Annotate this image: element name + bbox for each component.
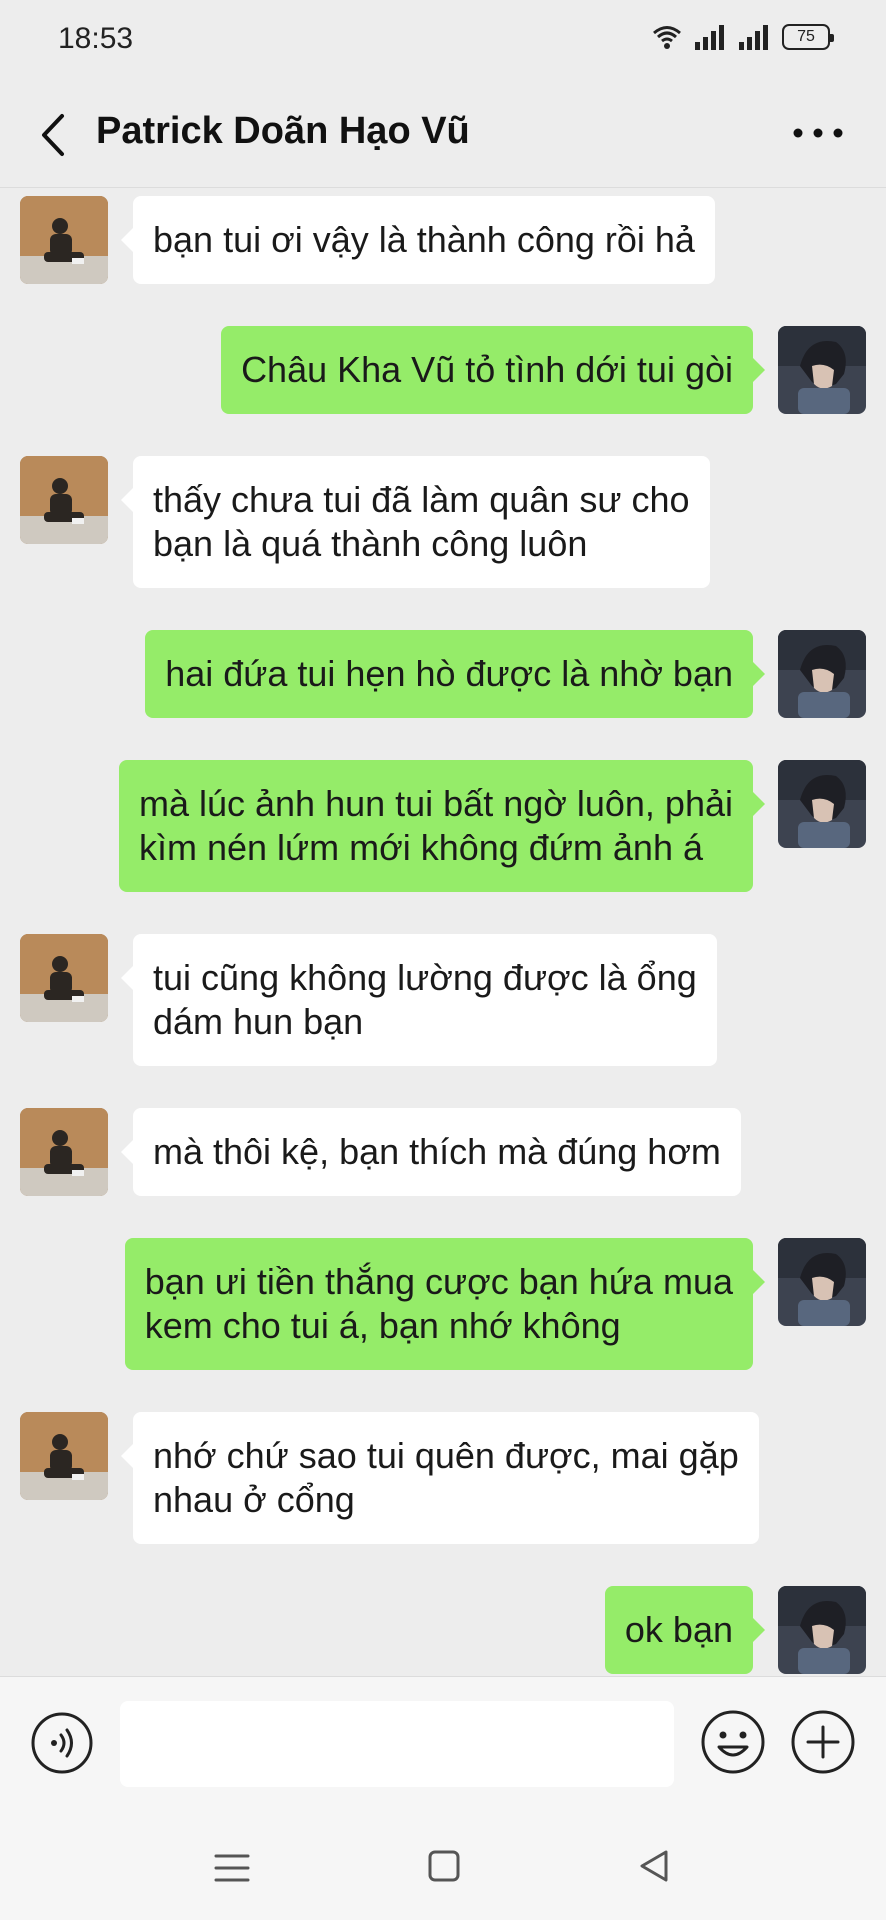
input-bar bbox=[0, 1676, 886, 1810]
home-square-icon[interactable] bbox=[426, 1848, 462, 1884]
sent-message[interactable]: mà lúc ảnh hun tui bất ngờ luôn, phải kì… bbox=[118, 760, 766, 892]
back-triangle-icon[interactable] bbox=[636, 1848, 672, 1884]
friend-avatar[interactable] bbox=[20, 456, 108, 544]
signal-icon bbox=[695, 25, 724, 50]
status-bar: 18:53 75 bbox=[0, 0, 886, 80]
sent-message[interactable]: hai đứa tui hẹn hò được là nhờ bạn bbox=[145, 630, 765, 718]
sent-message[interactable]: Châu Kha Vũ tỏ tình dới tui gòi bbox=[221, 326, 765, 414]
system-nav-bar bbox=[0, 1810, 886, 1920]
emoji-icon[interactable] bbox=[700, 1709, 766, 1775]
sent-message[interactable]: ok bạn bbox=[604, 1586, 766, 1674]
friend-avatar[interactable] bbox=[20, 1412, 108, 1500]
status-time: 18:53 bbox=[58, 22, 134, 55]
wifi-icon bbox=[653, 26, 681, 49]
battery-icon: 75 bbox=[782, 24, 834, 50]
signal-icon bbox=[739, 25, 768, 50]
more-dots-icon[interactable] bbox=[790, 108, 846, 158]
received-message[interactable]: bạn tui ơi vậy là thành công rồi hả bbox=[121, 196, 715, 284]
received-message[interactable]: nhớ chứ sao tui quên được, mai gặp nhau … bbox=[121, 1412, 759, 1544]
my-avatar[interactable] bbox=[778, 326, 866, 414]
chat-header: Patrick Doãn Hạo Vũ bbox=[0, 80, 886, 188]
message-input[interactable] bbox=[120, 1701, 674, 1787]
my-avatar[interactable] bbox=[778, 1238, 866, 1326]
menu-icon[interactable] bbox=[212, 1850, 252, 1886]
friend-avatar[interactable] bbox=[20, 196, 108, 284]
plus-circle-icon[interactable] bbox=[790, 1709, 856, 1775]
message-list[interactable]: bạn tui ơi vậy là thành công rồi hả Châu… bbox=[0, 190, 886, 1676]
received-message[interactable]: tui cũng không lường được là ổng dám hun… bbox=[121, 934, 717, 1066]
voice-icon[interactable] bbox=[30, 1711, 94, 1775]
my-avatar[interactable] bbox=[778, 760, 866, 848]
friend-avatar[interactable] bbox=[20, 1108, 108, 1196]
chat-title: Patrick Doãn Hạo Vũ bbox=[96, 110, 470, 152]
sent-message[interactable]: bạn ưi tiền thắng cược bạn hứa mua kem c… bbox=[124, 1238, 766, 1370]
chevron-left-icon[interactable] bbox=[34, 110, 74, 160]
battery-level: 75 bbox=[797, 28, 815, 45]
received-message[interactable]: thấy chưa tui đã làm quân sư cho bạn là … bbox=[121, 456, 710, 588]
status-icons: 75 bbox=[652, 24, 834, 50]
my-avatar[interactable] bbox=[778, 1586, 866, 1674]
my-avatar[interactable] bbox=[778, 630, 866, 718]
received-message[interactable]: mà thôi kệ, bạn thích mà đúng hơm bbox=[121, 1108, 741, 1196]
friend-avatar[interactable] bbox=[20, 934, 108, 1022]
